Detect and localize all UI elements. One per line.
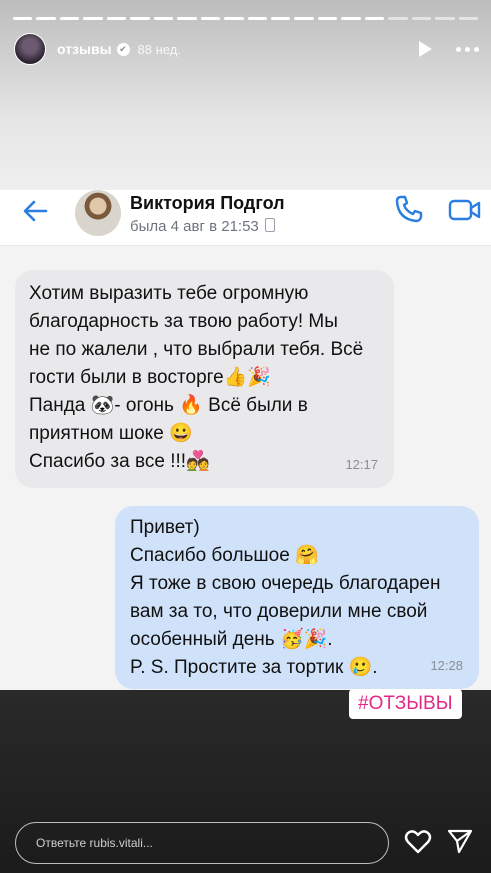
progress-segment — [177, 17, 197, 20]
message-line: Хотим выразить тебе огромную — [29, 283, 309, 304]
message-line: Панда 🐼- огонь 🔥 Всё были в — [29, 395, 308, 416]
send-icon[interactable] — [447, 828, 473, 854]
story-viewer: отзывы ✔ 88 нед. Виктория Подгол была 4 … — [0, 0, 491, 873]
story-top-background — [0, 0, 491, 190]
progress-segment — [270, 17, 291, 20]
message-line: Привет) — [130, 517, 200, 538]
contact-last-seen: была 4 авг в 21:53 — [130, 218, 275, 235]
story-header: отзывы ✔ 88 нед. — [14, 32, 479, 66]
more-options-icon[interactable] — [456, 46, 479, 52]
message-line: Я тоже в свою очередь благодарен — [130, 573, 441, 594]
contact-name[interactable]: Виктория Подгол — [130, 193, 285, 214]
progress-segment — [224, 17, 244, 20]
phone-call-icon[interactable] — [394, 194, 424, 224]
progress-segment — [341, 17, 361, 20]
progress-segment — [153, 17, 174, 20]
reply-input[interactable]: Ответьте rubis.vitali... — [15, 822, 389, 864]
progress-segment — [247, 17, 267, 20]
progress-segment — [59, 17, 80, 20]
story-time-ago: 88 нед. — [137, 41, 181, 57]
hashtag-sticker[interactable]: #ОТЗЫВЫ — [349, 689, 462, 719]
progress-segment — [36, 17, 56, 20]
message-line: вам за то, что доверили мне свой — [130, 601, 428, 622]
message-line: не по жалели , что выбрали тебя. Всё — [29, 339, 364, 360]
progress-segment — [364, 17, 385, 20]
progress-segment — [200, 17, 221, 20]
heart-icon[interactable] — [404, 828, 432, 854]
message-line: P. S. Простите за тортик 🥲. — [130, 657, 378, 678]
outgoing-message[interactable]: Привет) Спасибо большое 🤗 Я тоже в свою … — [115, 506, 479, 689]
message-line: приятном шоке 😀 — [29, 423, 193, 444]
progress-segment — [435, 17, 455, 20]
message-line: Спасибо за все !!!💑 — [29, 451, 210, 472]
phone-device-icon — [264, 218, 275, 232]
progress-segment — [83, 17, 103, 20]
verified-badge-icon: ✔ — [116, 42, 130, 56]
contact-avatar[interactable] — [75, 190, 121, 236]
message-line: Спасибо большое 🤗 — [130, 545, 319, 566]
progress-segment — [106, 17, 127, 20]
story-progress-bar — [13, 17, 479, 20]
video-call-icon[interactable] — [448, 198, 482, 222]
chat-header: Виктория Подгол была 4 авг в 21:53 — [0, 190, 491, 246]
message-line: гости были в восторге👍🎉 — [29, 367, 272, 388]
progress-segment — [130, 17, 150, 20]
progress-segment — [13, 17, 33, 20]
story-username[interactable]: отзывы — [57, 41, 112, 57]
progress-segment — [388, 17, 408, 20]
message-time: 12:28 — [430, 658, 463, 673]
incoming-message[interactable]: Хотим выразить тебе огромную благодарнос… — [15, 270, 394, 488]
reply-placeholder: Ответьте rubis.vitali... — [36, 836, 153, 850]
back-arrow-icon[interactable] — [22, 200, 48, 222]
progress-segment — [458, 17, 479, 20]
progress-segment — [294, 17, 314, 20]
progress-segment — [411, 17, 432, 20]
progress-segment — [317, 17, 338, 20]
message-line: особенный день 🥳🎉. — [130, 629, 333, 650]
chat-messages: Хотим выразить тебе огромную благодарнос… — [0, 246, 491, 690]
story-avatar[interactable] — [14, 33, 46, 65]
message-time: 12:17 — [345, 457, 378, 472]
play-icon[interactable] — [419, 41, 432, 57]
message-line: благодарность за твою работу! Мы — [29, 311, 338, 332]
